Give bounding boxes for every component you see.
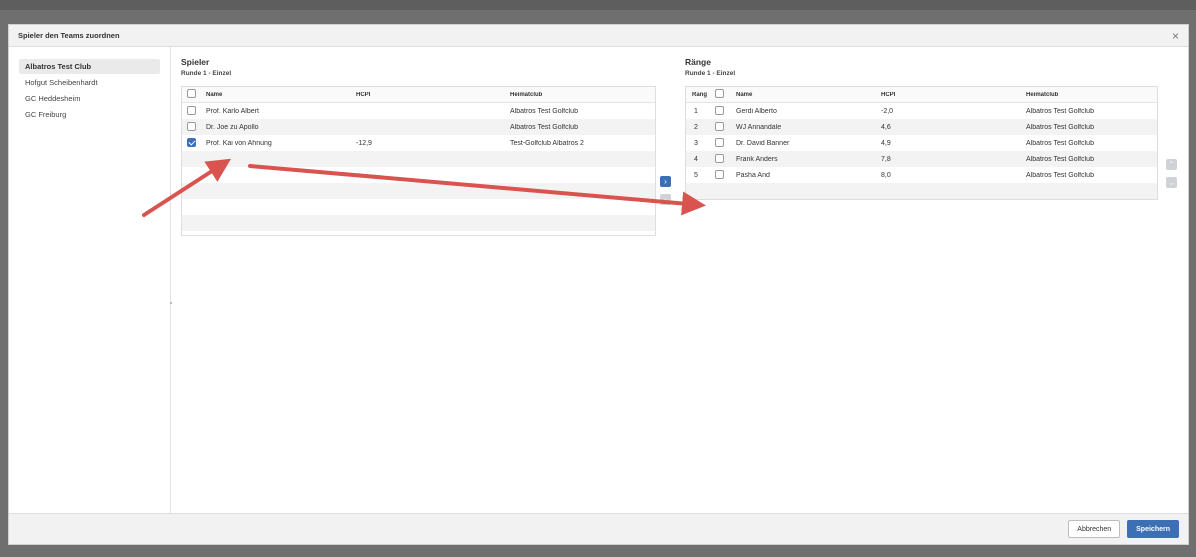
column-header-name[interactable]: Name [732,92,877,98]
table-row[interactable]: 2 WJ Annandale 4,6 Albatros Test Golfclu… [686,119,1157,135]
rank-hcpi: 4,6 [881,123,891,131]
select-all-ranks-checkbox[interactable] [715,89,724,98]
assign-players-dialog: Spieler den Teams zuordnen × Albatros Te… [8,24,1189,545]
column-header-rank[interactable]: Rang [686,92,712,98]
rank-number: 3 [694,139,698,147]
close-icon[interactable]: × [1172,30,1179,42]
row-checkbox[interactable] [715,137,724,147]
row-checkbox[interactable] [187,121,196,131]
ranks-grid: Rang Name HCPI Heimatclub 1 Gerdi Albert… [685,86,1158,200]
rank-hcpi: 8,0 [881,171,891,179]
save-button[interactable]: Speichern [1127,520,1179,538]
row-checkbox[interactable] [715,169,724,179]
club-sidebar: Albatros Test Club Hofgut Scheibenhardt … [9,47,171,513]
table-row[interactable]: Prof. Karlo Albert Albatros Test Golfclu… [182,103,655,119]
players-title: Spieler [181,57,210,67]
column-header-club[interactable]: Heimatclub [506,92,654,98]
ranks-header-row: Rang Name HCPI Heimatclub [686,87,1157,103]
players-panel: Spieler Runde 1 - Einzel Name HCPI Heima… [181,57,656,236]
sidebar-item-gc-freiburg[interactable]: GC Freiburg [19,107,160,122]
backdrop [0,0,1196,10]
ranks-subtitle: Runde 1 - Einzel [685,70,736,77]
splitter-handle[interactable] [170,302,172,304]
empty-row [182,167,655,183]
player-name: Prof. Kai von Ahnung [206,139,272,147]
players-grid: Name HCPI Heimatclub Prof. Karlo Albert … [181,86,656,236]
row-checkbox[interactable] [715,153,724,163]
rank-number: 1 [694,107,698,115]
row-checkbox-checked[interactable] [187,137,196,147]
column-header-hcpi[interactable]: HCPI [877,92,1022,98]
table-row[interactable]: 5 Pasha And 8,0 Albatros Test Golfclub [686,167,1157,183]
row-checkbox[interactable] [187,105,196,115]
empty-row [182,199,655,215]
dialog-footer: Abbrechen Speichern [9,513,1188,544]
rank-name: Dr. David Banner [736,139,790,147]
player-club: Albatros Test Golfclub [510,123,578,131]
sidebar-item-hofgut-scheibenhardt[interactable]: Hofgut Scheibenhardt [19,75,160,90]
move-left-button[interactable]: ‹ [660,194,671,205]
rank-hcpi: -2,0 [881,107,894,115]
players-header-row: Name HCPI Heimatclub [182,87,655,103]
select-all-players-checkbox[interactable] [187,89,196,98]
row-checkbox[interactable] [715,105,724,115]
player-club: Albatros Test Golfclub [510,107,578,115]
move-down-button[interactable]: ⌄ [1166,177,1177,188]
empty-row [686,183,1157,199]
table-row[interactable]: 3 Dr. David Banner 4,9 Albatros Test Gol… [686,135,1157,151]
column-header-club[interactable]: Heimatclub [1022,92,1157,98]
move-right-button[interactable]: › [660,176,671,187]
sidebar-item-gc-heddesheim[interactable]: GC Heddesheim [19,91,160,106]
rank-hcpi: 4,9 [881,139,891,147]
rank-name: WJ Annandale [736,123,782,131]
column-header-hcpi[interactable]: HCPI [352,92,506,98]
player-name: Prof. Karlo Albert [206,107,259,115]
rank-club: Albatros Test Golfclub [1026,139,1094,147]
empty-row [182,151,655,167]
rank-club: Albatros Test Golfclub [1026,123,1094,131]
rank-hcpi: 7,8 [881,155,891,163]
table-row[interactable]: 4 Frank Anders 7,8 Albatros Test Golfclu… [686,151,1157,167]
column-header-name[interactable]: Name [202,92,352,98]
rank-name: Gerdi Alberto [736,107,777,115]
rank-club: Albatros Test Golfclub [1026,171,1094,179]
rank-number: 2 [694,123,698,131]
rank-number: 4 [694,155,698,163]
rank-number: 5 [694,171,698,179]
sidebar-item-albatros-test-club[interactable]: Albatros Test Club [19,59,160,74]
table-row[interactable]: 1 Gerdi Alberto -2,0 Albatros Test Golfc… [686,103,1157,119]
player-name: Dr. Joe zu Apollo [206,123,259,131]
rank-club: Albatros Test Golfclub [1026,107,1094,115]
rank-name: Pasha And [736,171,770,179]
player-club: Test-Golfclub Albatros 2 [510,139,584,147]
dialog-header: Spieler den Teams zuordnen × [9,25,1188,47]
rank-name: Frank Anders [736,155,778,163]
dialog-title: Spieler den Teams zuordnen [18,31,120,40]
move-up-button[interactable]: ⌃ [1166,159,1177,170]
table-row[interactable]: Prof. Kai von Ahnung -12,9 Test-Golfclub… [182,135,655,151]
empty-row [182,215,655,231]
player-hcpi: -12,9 [356,139,372,147]
empty-row [182,183,655,199]
table-row[interactable]: Dr. Joe zu Apollo Albatros Test Golfclub [182,119,655,135]
rank-club: Albatros Test Golfclub [1026,155,1094,163]
players-subtitle: Runde 1 - Einzel [181,70,232,77]
ranks-panel: Ränge Runde 1 - Einzel Rang Name HCPI He… [685,57,1159,200]
ranks-title: Ränge [685,57,711,67]
row-checkbox[interactable] [715,121,724,131]
cancel-button[interactable]: Abbrechen [1068,520,1121,538]
dialog-body: Albatros Test Club Hofgut Scheibenhardt … [9,47,1188,513]
